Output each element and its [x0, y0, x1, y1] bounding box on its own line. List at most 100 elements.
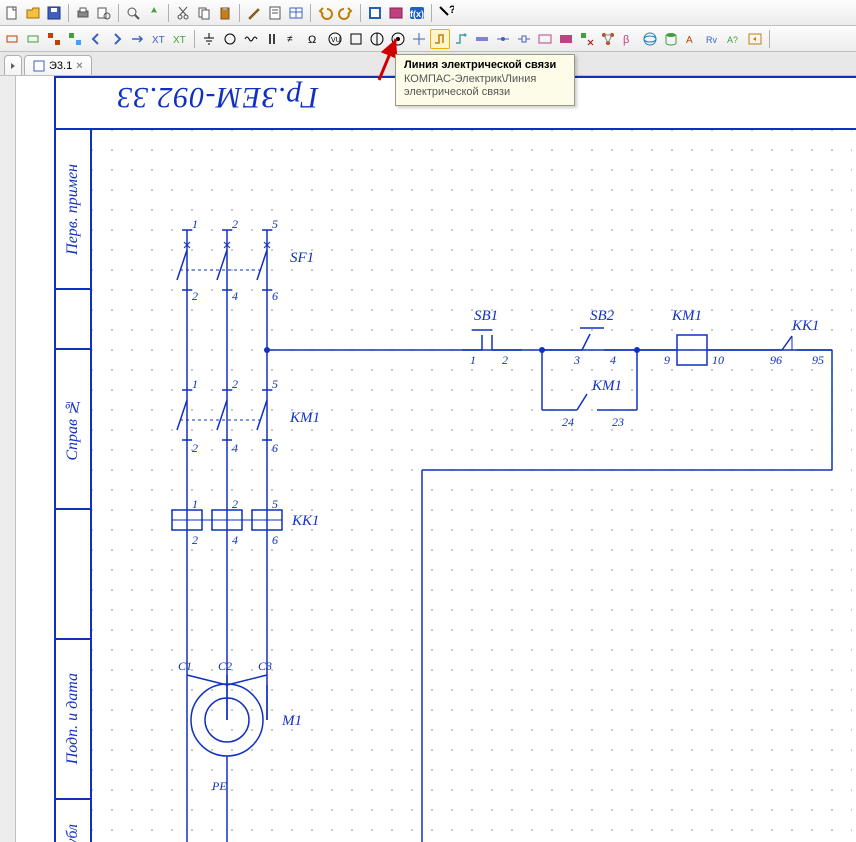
- net-icon[interactable]: [598, 29, 618, 49]
- svg-text:1: 1: [192, 377, 198, 391]
- ungroup-icon[interactable]: [65, 29, 85, 49]
- a1-icon[interactable]: A: [682, 29, 702, 49]
- conn2-icon[interactable]: [514, 29, 534, 49]
- group-icon[interactable]: [44, 29, 64, 49]
- tag-icon[interactable]: [556, 29, 576, 49]
- coil-icon[interactable]: [241, 29, 261, 49]
- a2-icon[interactable]: A?: [724, 29, 744, 49]
- fx-icon[interactable]: f(x): [407, 3, 427, 23]
- zoom-icon[interactable]: [123, 3, 143, 23]
- redo-icon[interactable]: [336, 3, 356, 23]
- db-icon[interactable]: [661, 29, 681, 49]
- sb8[interactable]: [1, 190, 15, 204]
- titleblock: Перв. примен Справ № Подп. и дата дубл: [56, 130, 92, 842]
- sb11[interactable]: [1, 238, 15, 252]
- bus-icon[interactable]: [472, 29, 492, 49]
- svg-text:6: 6: [272, 533, 278, 547]
- svg-text:2: 2: [192, 289, 198, 303]
- drawing-canvas[interactable]: Перв. примен Справ № Подп. и дата дубл Г…: [16, 76, 856, 842]
- svg-text:2: 2: [232, 217, 238, 231]
- brush-icon[interactable]: [244, 3, 264, 23]
- separator: [118, 4, 119, 22]
- sb9[interactable]: [1, 206, 15, 220]
- tab-label: Э3.1: [49, 60, 72, 72]
- print-icon[interactable]: [73, 3, 93, 23]
- tb-cell3: Подп. и дата: [64, 673, 82, 764]
- rv-icon[interactable]: Rv: [703, 29, 723, 49]
- sb2[interactable]: [1, 94, 15, 108]
- omega-icon[interactable]: Ω: [304, 29, 324, 49]
- elem2-icon[interactable]: [23, 29, 43, 49]
- manager-icon[interactable]: [365, 3, 385, 23]
- svg-text:XT: XT: [152, 35, 165, 46]
- sb12[interactable]: [1, 254, 15, 268]
- del1-icon[interactable]: [577, 29, 597, 49]
- library-icon[interactable]: [386, 3, 406, 23]
- elem1-icon[interactable]: [2, 29, 22, 49]
- svg-text:С3: С3: [258, 659, 272, 673]
- conn1-icon[interactable]: [493, 29, 513, 49]
- svg-text:2: 2: [232, 497, 238, 511]
- sb14[interactable]: [1, 286, 15, 300]
- sb20[interactable]: [1, 382, 15, 396]
- line2-icon[interactable]: [451, 29, 471, 49]
- sb7[interactable]: [1, 174, 15, 188]
- sb22[interactable]: [1, 414, 15, 428]
- svg-text:SB1: SB1: [474, 308, 498, 324]
- ground-icon[interactable]: [199, 29, 219, 49]
- sb23[interactable]: [1, 430, 15, 444]
- undo-icon[interactable]: [315, 3, 335, 23]
- sb10[interactable]: [1, 222, 15, 236]
- electrical-line-button[interactable]: [430, 29, 450, 49]
- document-tab[interactable]: Э3.1 ×: [24, 55, 92, 75]
- sb18[interactable]: [1, 350, 15, 364]
- save-icon[interactable]: [44, 3, 64, 23]
- sb24[interactable]: [1, 446, 15, 460]
- tab-close-icon[interactable]: ×: [76, 60, 82, 72]
- sb5[interactable]: [1, 142, 15, 156]
- sb6[interactable]: [1, 158, 15, 172]
- svg-text:?: ?: [449, 5, 454, 16]
- sb3[interactable]: [1, 110, 15, 124]
- sb4[interactable]: [1, 126, 15, 140]
- dot-icon[interactable]: [388, 29, 408, 49]
- sb1[interactable]: [1, 78, 15, 92]
- rightarrow-icon[interactable]: [128, 29, 148, 49]
- nav-icon[interactable]: [144, 3, 164, 23]
- paste-icon[interactable]: [215, 3, 235, 23]
- beta-icon[interactable]: β: [619, 29, 639, 49]
- label-icon[interactable]: [535, 29, 555, 49]
- sq-icon[interactable]: [346, 29, 366, 49]
- tooltip: Линия электрической связи КОМПАС-Электри…: [395, 54, 575, 106]
- fwd-icon[interactable]: [107, 29, 127, 49]
- xt-icon[interactable]: XT: [149, 29, 169, 49]
- sb15[interactable]: [1, 302, 15, 316]
- open-file-icon[interactable]: [23, 3, 43, 23]
- properties-icon[interactable]: [265, 3, 285, 23]
- sb13[interactable]: [1, 270, 15, 284]
- vu-icon[interactable]: VU: [325, 29, 345, 49]
- cut-icon[interactable]: [173, 3, 193, 23]
- circ-icon[interactable]: [367, 29, 387, 49]
- xt2-icon[interactable]: XT: [170, 29, 190, 49]
- svg-text:6: 6: [272, 441, 278, 455]
- table-icon[interactable]: [286, 3, 306, 23]
- new-file-icon[interactable]: [2, 3, 22, 23]
- help-icon[interactable]: ?: [436, 3, 456, 23]
- circle-icon[interactable]: [220, 29, 240, 49]
- go-icon[interactable]: [745, 29, 765, 49]
- plus-icon[interactable]: [409, 29, 429, 49]
- sb19[interactable]: [1, 366, 15, 380]
- tab-nav[interactable]: [4, 55, 22, 75]
- svg-text:3: 3: [573, 353, 580, 367]
- sb16[interactable]: [1, 318, 15, 332]
- print-preview-icon[interactable]: [94, 3, 114, 23]
- copy-icon[interactable]: [194, 3, 214, 23]
- sb21[interactable]: [1, 398, 15, 412]
- ne-icon[interactable]: ≠: [283, 29, 303, 49]
- svg-text:2: 2: [192, 441, 198, 455]
- globe-icon[interactable]: [640, 29, 660, 49]
- cap-icon[interactable]: [262, 29, 282, 49]
- back-icon[interactable]: [86, 29, 106, 49]
- sb17[interactable]: [1, 334, 15, 348]
